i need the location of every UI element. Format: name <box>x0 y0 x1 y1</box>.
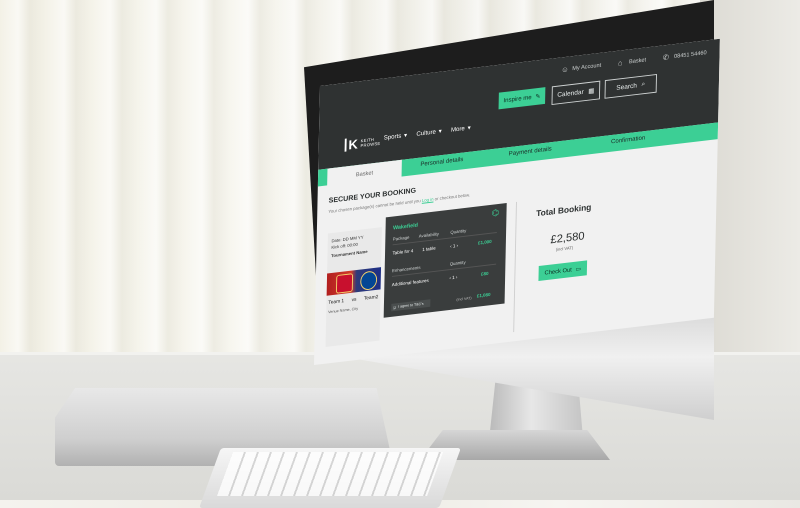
checkbox-icon: ☑ <box>393 305 397 310</box>
login-link[interactable]: Log in <box>422 197 434 203</box>
team1-crest-icon <box>335 273 354 294</box>
calendar-icon: ▦ <box>588 87 595 96</box>
enhancements-quantity-header: Quantity <box>449 259 466 267</box>
package-quantity-stepper[interactable]: ‹ 1 › <box>450 244 458 250</box>
user-icon: ☺ <box>561 64 569 75</box>
chevron-down-icon: ▾ <box>467 124 471 132</box>
inspire-label: Inspire me <box>503 93 532 104</box>
quantity-header: Quantity <box>450 228 467 235</box>
total-vat-note: (incl VAT) <box>555 245 574 252</box>
stadium-icon: ⌬ <box>491 207 500 218</box>
chevron-down-icon: ▾ <box>438 128 442 136</box>
keyboard-keys <box>216 452 444 496</box>
enhancement-price: £80 <box>481 271 489 278</box>
basket-label: Basket <box>628 57 647 66</box>
package-header: Package <box>392 234 410 242</box>
enhancement-name: Additional features <box>391 279 429 289</box>
website-screen: ☺ My Account ⌂ Basket ✆ 08451 54460 Insp… <box>314 38 720 365</box>
vat-label: (Incl VAT) <box>456 296 472 302</box>
checkout-label: Check Out <box>544 266 572 277</box>
phone-icon: ✆ <box>662 53 670 63</box>
logo-letter: K <box>344 136 358 152</box>
package-availability: 1 table <box>422 246 436 253</box>
availability-header: Availability <box>418 231 439 239</box>
package-subtotal: £1,080 <box>476 293 491 300</box>
vs-label: vs <box>351 296 357 304</box>
basket-icon: ⌂ <box>617 58 623 68</box>
package-card: Wakefield ⌬ Package Availability Quantit… <box>383 203 507 318</box>
enhancement-quantity-stepper[interactable]: ‹ 1 › <box>449 276 457 282</box>
nav-more-label: More <box>450 124 465 134</box>
terms-checkbox[interactable]: ☑ I agree to T&C's <box>391 299 431 312</box>
total-amount: £2,580 <box>550 229 585 247</box>
calendar-label: Calendar <box>557 88 584 99</box>
megaphone-icon: ✎ <box>535 93 541 101</box>
terms-label: I agree to T&C's <box>398 301 424 309</box>
chevron-down-icon: ▾ <box>404 132 408 140</box>
column-divider <box>513 201 517 333</box>
subtext-post: or checkout below. <box>434 192 471 202</box>
package-venue: Wakefield <box>392 222 419 232</box>
logo-text: KEITH PROWSE <box>361 136 381 148</box>
package-price: £1,000 <box>477 240 492 247</box>
credit-card-icon: ▭ <box>575 265 582 273</box>
search-icon: ⌕ <box>641 80 646 88</box>
search-label: Search <box>616 82 637 92</box>
step-basket-label: Basket <box>355 170 374 179</box>
logo-line-2: PROWSE <box>360 141 381 148</box>
package-name: Table for 4 <box>392 249 414 257</box>
checkout-button[interactable]: Check Out ▭ <box>538 260 588 281</box>
total-booking-title: Total Booking <box>536 202 592 219</box>
